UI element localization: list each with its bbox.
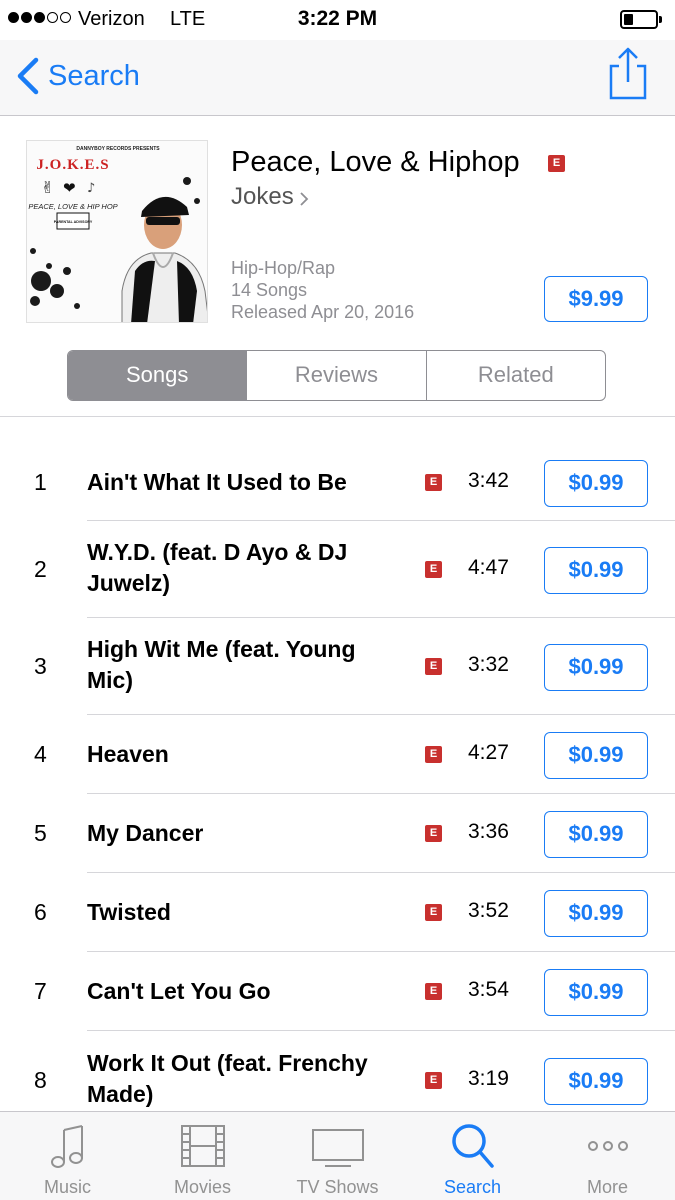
tv-icon	[311, 1129, 364, 1167]
track-title: Can't Let You Go	[87, 977, 271, 1004]
track-duration: 3:32	[468, 652, 509, 676]
tab-label: TV Shows	[296, 1177, 379, 1197]
explicit-badge: E	[425, 473, 442, 491]
track-number: 4	[34, 740, 47, 767]
track-duration: 3:36	[468, 819, 509, 843]
track-duration: 3:54	[468, 977, 509, 1001]
album-artwork: DANNYBOY RECORDS PRESENTS J.O.K.E.S ✌ ❤ …	[26, 140, 208, 323]
track-row[interactable]: 1 Ain't What It Used to Be E 3:42 $0.99	[0, 444, 675, 521]
track-price-button[interactable]: $0.99	[544, 546, 648, 594]
status-bar: Verizon LTE 3:22 PM	[0, 0, 675, 40]
music-note-icon	[50, 1125, 83, 1168]
tab-more[interactable]: More	[540, 1112, 675, 1200]
tab-label: Music	[43, 1177, 91, 1197]
explicit-badge: E	[425, 903, 442, 921]
track-row[interactable]: 5 My Dancer E 3:36 $0.99	[0, 794, 675, 873]
explicit-badge: E	[548, 155, 565, 172]
track-price-button[interactable]: $0.99	[544, 968, 648, 1016]
status-time: 3:22 PM	[297, 7, 378, 30]
track-duration: 3:19	[468, 1067, 509, 1090]
track-number: 8	[34, 1067, 47, 1093]
track-duration: 4:27	[468, 740, 509, 764]
artwork-name: J.O.K.E.S	[36, 157, 109, 173]
tab-label: Search	[443, 1177, 502, 1197]
track-duration: 3:52	[468, 898, 509, 922]
album-title: Peace, Love & Hiphop	[231, 146, 520, 178]
artwork-advisory: PARENTAL ADVISORY	[54, 220, 93, 224]
track-title: Heaven	[87, 740, 169, 767]
track-price-button[interactable]: $0.99	[544, 731, 648, 779]
tab-label: More	[586, 1177, 628, 1197]
more-icon	[587, 1141, 628, 1151]
track-number: 7	[34, 977, 47, 1004]
track-title: Twisted	[87, 898, 171, 925]
track-title: High Wit Me (feat. Young Mic)	[87, 635, 356, 693]
album-genre: Hip-Hop/Rap	[231, 258, 336, 278]
back-label: Search	[48, 59, 140, 92]
album-release-date: Released Apr 20, 2016	[231, 302, 415, 322]
track-duration: 3:42	[468, 468, 509, 492]
svg-text:✌: ✌	[41, 178, 54, 197]
track-row[interactable]: 3 High Wit Me (feat. Young Mic) E 3:32 $0.99	[0, 618, 675, 715]
artist-link[interactable]: Jokes	[231, 183, 310, 211]
track-number: 5	[34, 819, 47, 846]
artwork-label: DANNYBOY RECORDS PRESENTS	[76, 146, 160, 152]
navigation-bar: Search	[0, 40, 675, 116]
tab-search[interactable]: Search	[405, 1112, 540, 1200]
explicit-badge: E	[425, 745, 442, 763]
artist-name: Jokes	[231, 183, 294, 210]
chevron-left-icon	[17, 57, 39, 95]
track-number: 1	[34, 468, 47, 495]
artwork-subtitle: PEACE, LOVE & HIP HOP	[28, 202, 117, 211]
svg-text:♪: ♪	[87, 181, 95, 196]
track-title: Ain't What It Used to Be	[87, 468, 347, 495]
search-icon	[451, 1124, 494, 1168]
explicit-badge: E	[425, 560, 442, 578]
tab-songs[interactable]: Songs	[68, 351, 247, 400]
track-price-button[interactable]: $0.99	[544, 459, 648, 507]
track-price-button[interactable]: $0.99	[544, 810, 648, 858]
tab-label: Movies	[173, 1177, 231, 1197]
track-row[interactable]: 4 Heaven E 4:27 $0.99	[0, 715, 675, 794]
track-price-button[interactable]: $0.99	[544, 1058, 648, 1105]
film-icon	[180, 1125, 225, 1167]
track-duration: 4:47	[468, 555, 509, 579]
divider	[0, 416, 675, 417]
explicit-badge: E	[425, 824, 442, 842]
explicit-badge: E	[425, 1072, 442, 1089]
explicit-badge: E	[425, 657, 442, 675]
track-number: 3	[34, 652, 47, 679]
track-title: W.Y.D. (feat. D Ayo & DJ Juwelz)	[87, 538, 348, 596]
track-row[interactable]: 7 Can't Let You Go E 3:54 $0.99	[0, 952, 675, 1031]
back-button[interactable]: Search	[12, 54, 140, 98]
tab-tv-shows[interactable]: TV Shows	[270, 1112, 405, 1200]
explicit-badge: E	[425, 982, 442, 1000]
tab-reviews[interactable]: Reviews	[246, 351, 425, 400]
track-number: 6	[34, 898, 47, 925]
track-price-button[interactable]: $0.99	[544, 889, 648, 937]
track-price-button[interactable]: $0.99	[544, 643, 648, 691]
track-row[interactable]: 2 W.Y.D. (feat. D Ayo & DJ Juwelz) E 4:47 $0…	[0, 521, 675, 618]
tab-music[interactable]: Music	[0, 1112, 135, 1200]
tab-bar: Music Movies TV Shows Search More	[0, 1111, 675, 1200]
svg-text:❤: ❤	[63, 179, 76, 197]
chevron-right-icon	[300, 191, 308, 206]
share-icon[interactable]	[606, 46, 650, 102]
album-price-button[interactable]: $9.99	[544, 276, 648, 322]
tab-movies[interactable]: Movies	[135, 1112, 270, 1200]
track-row[interactable]: 6 Twisted E 3:52 $0.99	[0, 873, 675, 952]
track-title: My Dancer	[87, 819, 204, 846]
segmented-control: Songs Reviews Related	[67, 350, 606, 401]
track-number: 2	[34, 555, 47, 582]
album-song-count: 14 Songs	[231, 280, 308, 300]
battery-icon	[620, 10, 662, 29]
tab-related[interactable]: Related	[425, 351, 605, 400]
track-title: Work It Out (feat. Frenchy Made)	[87, 1050, 368, 1107]
